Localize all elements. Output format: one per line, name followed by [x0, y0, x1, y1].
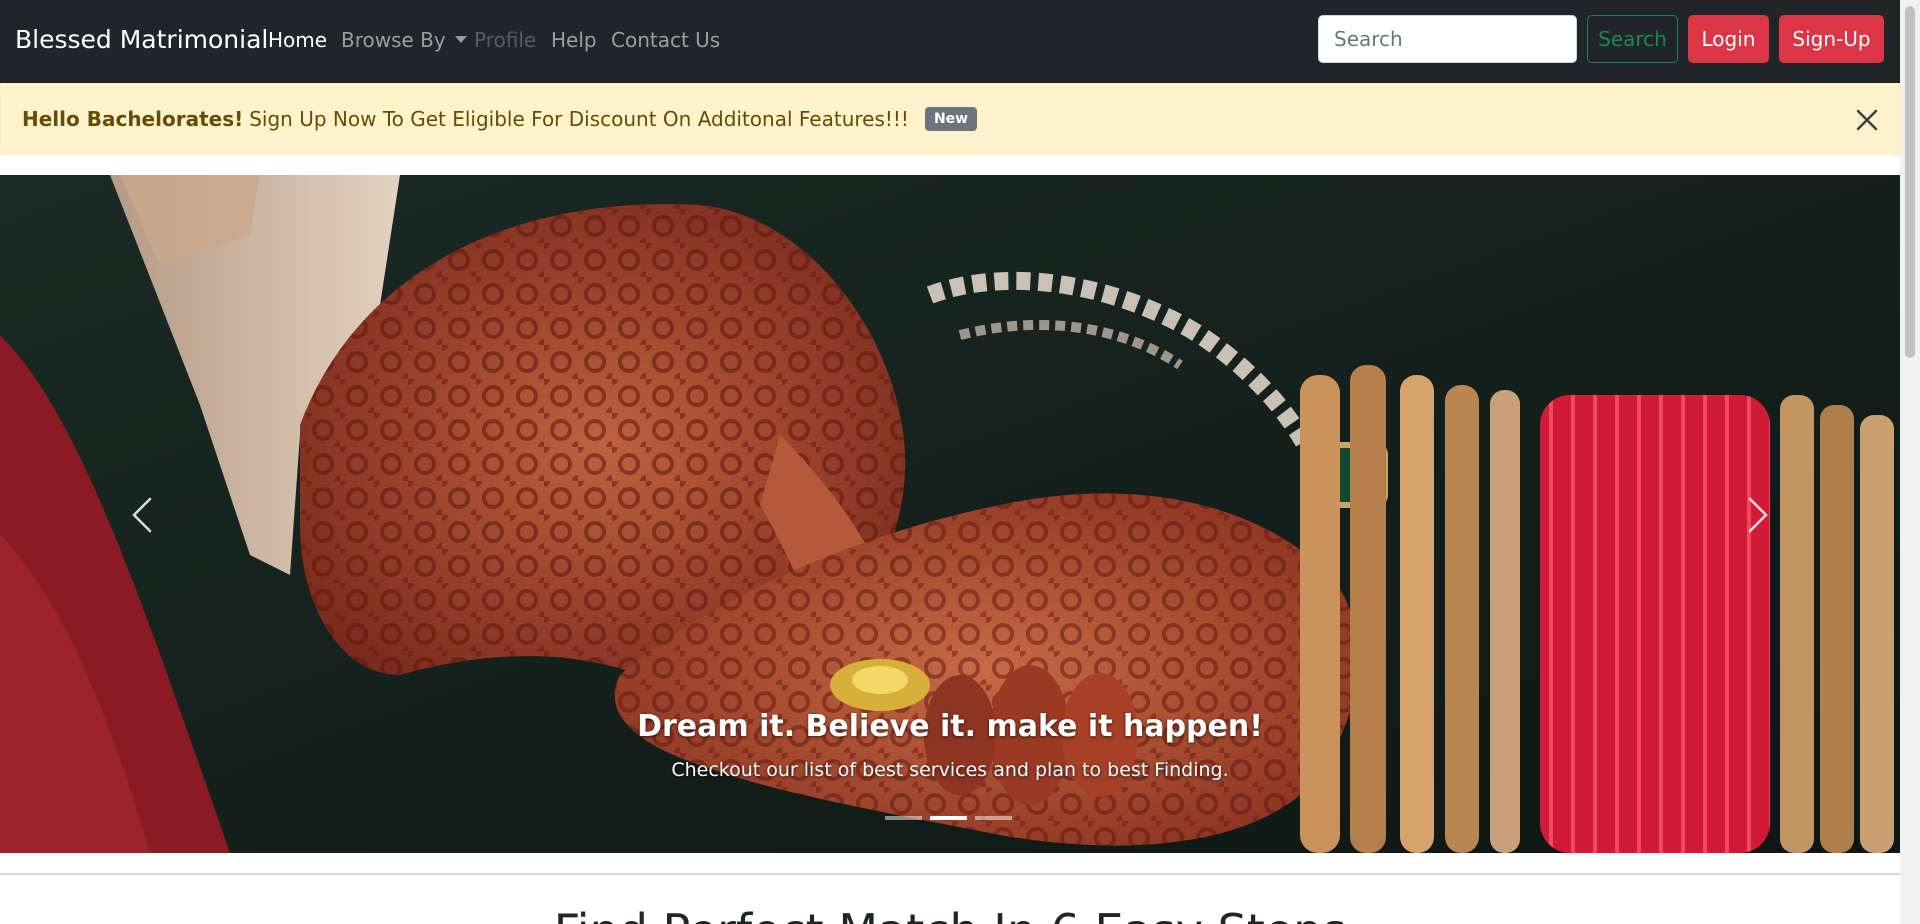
caret-down-icon: [454, 36, 467, 43]
search-button[interactable]: Search: [1587, 15, 1678, 63]
brand-logo[interactable]: Blessed Matrimonial: [15, 22, 268, 58]
carousel-indicators: [885, 816, 1020, 820]
carousel-prev-button[interactable]: [92, 465, 192, 565]
promo-alert: Hello Bachelorates! Sign Up Now To Get E…: [0, 83, 1900, 155]
nav-browse-by-label: Browse By: [341, 28, 446, 52]
scrollbar-thumb[interactable]: [1905, 6, 1915, 358]
slide-image: [0, 175, 1900, 853]
close-icon[interactable]: [1854, 107, 1880, 133]
new-badge: New: [924, 107, 978, 131]
section-heading: Find Perfect Match In 6 Easy Steps: [0, 903, 1900, 924]
chevron-left-icon: [132, 497, 152, 533]
alert-greeting: Hello Bachelorates!: [22, 107, 244, 131]
carousel-caption-title: Dream it. Believe it. make it happen!: [637, 709, 1263, 744]
top-navbar: Blessed Matrimonial Home Browse By Profi…: [0, 0, 1900, 83]
carousel-indicator-3[interactable]: [975, 816, 1012, 820]
nav-home[interactable]: Home: [268, 26, 327, 54]
nav-profile: Profile: [474, 28, 537, 52]
carousel-indicator-1[interactable]: [885, 816, 922, 820]
nav-help[interactable]: Help: [551, 26, 597, 54]
login-button[interactable]: Login: [1688, 15, 1769, 63]
section-divider: [0, 873, 1900, 875]
hero-carousel: Dream it. Believe it. make it happen! Ch…: [0, 175, 1900, 853]
carousel-next-button[interactable]: [1708, 465, 1808, 565]
sign-up-button[interactable]: Sign-Up: [1779, 15, 1884, 63]
carousel-indicator-2[interactable]: [930, 816, 967, 820]
page-scrollbar[interactable]: [1900, 0, 1920, 924]
nav-contact-us[interactable]: Contact Us: [611, 26, 720, 54]
carousel-caption-text: Checkout our list of best services and p…: [671, 759, 1229, 781]
chevron-right-icon: [1748, 497, 1768, 533]
alert-message: Sign Up Now To Get Eligible For Discount…: [249, 107, 909, 131]
nav-browse-by-dropdown[interactable]: Browse By: [341, 26, 467, 54]
search-input[interactable]: [1318, 15, 1577, 63]
